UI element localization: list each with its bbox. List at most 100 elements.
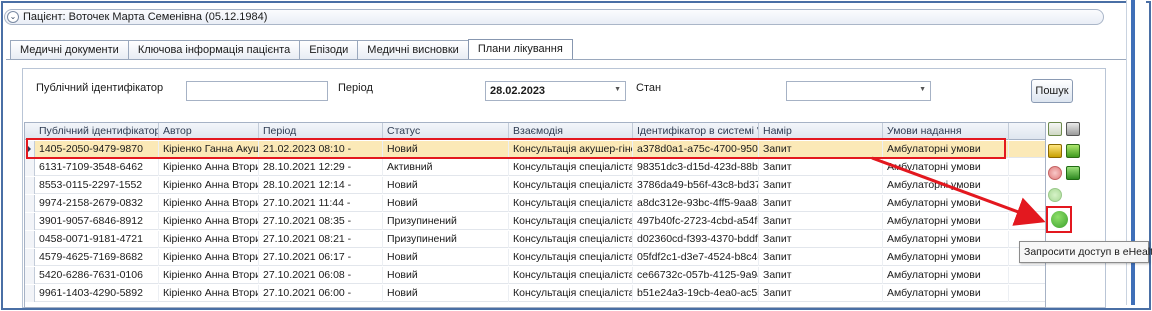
cell-period[interactable]: 27.10.2021 06:00 -: [259, 285, 383, 302]
cell-conditions[interactable]: Амбулаторні умови: [883, 159, 1009, 176]
cell-status[interactable]: Новий: [383, 249, 509, 266]
cell-ehealth-id[interactable]: ce66732c-057b-4125-9a94-...: [633, 267, 759, 284]
cell-ehealth-id[interactable]: a8dc312e-93bc-4ff5-9aa8-e...: [633, 195, 759, 212]
flag-icon[interactable]: [1066, 166, 1080, 180]
row-indicator[interactable]: [25, 231, 35, 248]
cell-status[interactable]: Призупинений: [383, 231, 509, 248]
cell-interaction[interactable]: Консультація спеціаліста С...: [509, 213, 633, 230]
cell-interaction[interactable]: Консультація спеціаліста С...: [509, 267, 633, 284]
table-row[interactable]: 9974-2158-2679-0832Кіріенко Анна Втори..…: [25, 195, 1045, 212]
collapse-chevron-icon[interactable]: ⌄: [7, 11, 19, 23]
cell-intent[interactable]: Запит: [759, 285, 883, 302]
row-indicator[interactable]: [25, 267, 35, 284]
request-access-icon[interactable]: [1051, 211, 1068, 228]
table-row[interactable]: 6131-7109-3548-6462Кіріенко Анна Втори..…: [25, 159, 1045, 176]
cell-conditions[interactable]: Амбулаторні умови: [883, 231, 1009, 248]
table-row[interactable]: 4579-4625-7169-8682Кіріенко Анна Втори..…: [25, 249, 1045, 266]
cell-author[interactable]: Кіріенко Анна Втори...: [159, 249, 259, 266]
table-row[interactable]: 5420-6286-7631-0106Кіріенко Анна Втори..…: [25, 267, 1045, 284]
cell-public-id[interactable]: 9974-2158-2679-0832: [35, 195, 159, 212]
cell-intent[interactable]: Запит: [759, 159, 883, 176]
cell-period[interactable]: 27.10.2021 11:44 -: [259, 195, 383, 212]
cell-interaction[interactable]: Консультація спеціаліста С...: [509, 285, 633, 302]
cell-intent[interactable]: Запит: [759, 213, 883, 230]
cell-intent[interactable]: Запит: [759, 267, 883, 284]
row-indicator[interactable]: [25, 159, 35, 176]
cell-author[interactable]: Кіріенко Анна Втори...: [159, 195, 259, 212]
table-row[interactable]: 0458-0071-9181-4721Кіріенко Анна Втори..…: [25, 231, 1045, 248]
cell-ehealth-id[interactable]: 3786da49-b56f-43c8-bd37-...: [633, 177, 759, 194]
cell-conditions[interactable]: Амбулаторні умови: [883, 285, 1009, 302]
tab-medical-documents[interactable]: Медичні документи: [10, 40, 129, 59]
table-row[interactable]: 8553-0115-2297-1552Кіріенко Анна Втори..…: [25, 177, 1045, 194]
cell-public-id[interactable]: 8553-0115-2297-1552: [35, 177, 159, 194]
cell-intent[interactable]: Запит: [759, 249, 883, 266]
cell-status[interactable]: Новий: [383, 195, 509, 212]
cell-public-id[interactable]: 6131-7109-3548-6462: [35, 159, 159, 176]
search-button[interactable]: Пошук: [1031, 79, 1073, 103]
cell-intent[interactable]: Запит: [759, 195, 883, 212]
cell-interaction[interactable]: Консультація спеціаліста С...: [509, 159, 633, 176]
cell-status[interactable]: Активний: [383, 159, 509, 176]
state-select[interactable]: ▼: [786, 81, 931, 101]
cell-conditions[interactable]: Амбулаторні умови: [883, 177, 1009, 194]
row-indicator[interactable]: [25, 177, 35, 194]
cell-status[interactable]: Новий: [383, 267, 509, 284]
cell-public-id[interactable]: 9961-1403-4290-5892: [35, 285, 159, 302]
cell-public-id[interactable]: 0458-0071-9181-4721: [35, 231, 159, 248]
cell-author[interactable]: Кіріенко Анна Втори...: [159, 231, 259, 248]
cell-status[interactable]: Новий: [383, 177, 509, 194]
row-indicator[interactable]: [25, 249, 35, 266]
cell-period[interactable]: 28.10.2021 12:14 -: [259, 177, 383, 194]
cell-conditions[interactable]: Амбулаторні умови: [883, 249, 1009, 266]
cell-conditions[interactable]: Амбулаторні умови: [883, 267, 1009, 284]
cell-interaction[interactable]: Консультація спеціаліста С...: [509, 177, 633, 194]
cell-period[interactable]: 27.10.2021 06:17 -: [259, 249, 383, 266]
refresh-icon[interactable]: [1066, 144, 1080, 158]
cell-period[interactable]: 27.10.2021 08:21 -: [259, 231, 383, 248]
cell-author[interactable]: Кіріенко Анна Втори...: [159, 267, 259, 284]
cell-author[interactable]: Кіріенко Анна Втори...: [159, 177, 259, 194]
cell-conditions[interactable]: Амбулаторні умови: [883, 195, 1009, 212]
cell-author[interactable]: Кіріенко Анна Втори...: [159, 213, 259, 230]
table-row[interactable]: 9961-1403-4290-5892Кіріенко Анна Втори..…: [25, 285, 1045, 302]
public-id-input[interactable]: [186, 81, 328, 101]
cell-status[interactable]: Новий: [383, 285, 509, 302]
tab-episodes[interactable]: Епізоди: [299, 40, 359, 59]
cell-intent[interactable]: Запит: [759, 177, 883, 194]
cell-conditions[interactable]: Амбулаторні умови: [883, 213, 1009, 230]
row-indicator[interactable]: [25, 213, 35, 230]
cell-author[interactable]: Кіріенко Анна Втори...: [159, 285, 259, 302]
cell-public-id[interactable]: 3901-9057-6846-8912: [35, 213, 159, 230]
cell-period[interactable]: 28.10.2021 12:29 -: [259, 159, 383, 176]
cell-period[interactable]: 27.10.2021 06:08 -: [259, 267, 383, 284]
cancel-icon[interactable]: [1048, 166, 1062, 180]
cell-interaction[interactable]: Консультація спеціаліста С...: [509, 231, 633, 248]
tab-key-patient-info[interactable]: Ключова інформація пацієнта: [127, 40, 301, 59]
cell-public-id[interactable]: 5420-6286-7631-0106: [35, 267, 159, 284]
cell-ehealth-id[interactable]: 497b40fc-2723-4cbd-a54f-b...: [633, 213, 759, 230]
cell-author[interactable]: Кіріенко Анна Втори...: [159, 159, 259, 176]
row-indicator[interactable]: [25, 195, 35, 212]
patient-header[interactable]: ⌄ Пацієнт: Воточек Марта Семенівна (05.1…: [4, 9, 1104, 25]
cell-interaction[interactable]: Консультація спеціаліста С...: [509, 249, 633, 266]
row-indicator[interactable]: [25, 285, 35, 302]
tools-icon[interactable]: [1066, 122, 1080, 136]
dropdown-arrow-icon: ▼: [614, 86, 621, 93]
cell-public-id[interactable]: 4579-4625-7169-8682: [35, 249, 159, 266]
cell-period[interactable]: 27.10.2021 08:35 -: [259, 213, 383, 230]
cell-intent[interactable]: Запит: [759, 231, 883, 248]
tab-treatment-plans[interactable]: Плани лікування: [467, 39, 573, 60]
cell-ehealth-id[interactable]: 05fdf2c1-d3e7-4524-b8c4-3...: [633, 249, 759, 266]
add-document-icon[interactable]: [1048, 122, 1062, 136]
cell-ehealth-id[interactable]: b51e24a3-19cb-4ea0-ac55-...: [633, 285, 759, 302]
table-row[interactable]: 3901-9057-6846-8912Кіріенко Анна Втори..…: [25, 213, 1045, 230]
shield-icon[interactable]: [1048, 144, 1062, 158]
cell-status[interactable]: Призупинений: [383, 213, 509, 230]
state-label: Стан: [636, 82, 662, 94]
cell-interaction[interactable]: Консультація спеціаліста С...: [509, 195, 633, 212]
cell-ehealth-id[interactable]: d02360cd-f393-4370-bddf-...: [633, 231, 759, 248]
cell-ehealth-id[interactable]: 98351dc3-d15d-423d-88b0...: [633, 159, 759, 176]
period-date-picker[interactable]: 28.02.2023 ▼: [485, 81, 626, 101]
tab-medical-conclusions[interactable]: Медичні висновки: [357, 40, 469, 59]
